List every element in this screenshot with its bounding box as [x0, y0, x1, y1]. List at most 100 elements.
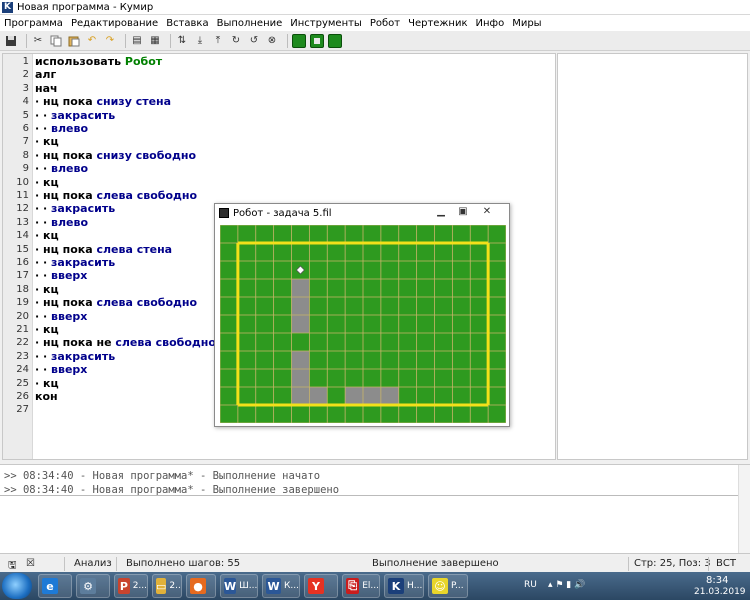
window-title: Новая программа - Кумир — [17, 1, 154, 13]
menu-info[interactable]: Инфо — [476, 18, 505, 29]
step-icon[interactable]: ⇅ — [175, 34, 189, 48]
menu-insert[interactable]: Вставка — [166, 18, 208, 29]
line-number: 26 — [16, 391, 29, 402]
line-number: 23 — [16, 350, 29, 362]
menu-run[interactable]: Выполнение — [217, 18, 283, 29]
keyword-token: · кц — [35, 323, 59, 336]
menu-program[interactable]: Программа — [4, 18, 63, 29]
word-icon: W — [266, 578, 282, 594]
menu-draftsman[interactable]: Чертежник — [408, 18, 467, 29]
taskbar-button-label: P... — [451, 581, 464, 591]
taskbar-button[interactable]: P 2... — [114, 574, 148, 598]
robot-window[interactable]: Робот - задача 5.fil ▁ ▣ ✕ — [214, 203, 510, 427]
taskbar-button[interactable]: ⚙ — [76, 574, 110, 598]
cut-icon[interactable]: ✂ — [31, 34, 45, 48]
tray-icons[interactable]: ▴ ⚑ ▮ 🔊 — [548, 580, 585, 590]
command-token: снизу стена — [96, 95, 172, 109]
line-number: 3 — [22, 82, 29, 94]
taskbar-button[interactable]: ☺ P... — [428, 574, 468, 598]
menu-worlds[interactable]: Миры — [512, 18, 541, 29]
stop-icon[interactable]: ⊗ — [265, 34, 279, 48]
insert-icon[interactable]: ▤ — [130, 34, 144, 48]
code-text: · кц — [35, 229, 59, 242]
taskbar-button[interactable]: W Ш... — [220, 574, 258, 598]
command-token: влево — [51, 122, 89, 135]
toolbar-separator — [26, 33, 27, 48]
insert-icon[interactable]: ▦ — [148, 34, 162, 48]
menu-robot[interactable]: Робот — [370, 18, 400, 29]
status-steps: Выполнено шагов: 55 — [126, 558, 241, 569]
taskbar-button[interactable]: Y — [304, 574, 338, 598]
keyword-token: · кц — [35, 282, 59, 296]
menu-edit[interactable]: Редактирование — [71, 18, 158, 29]
close-status-icon[interactable]: ☒ — [26, 558, 35, 569]
undo-icon[interactable]: ↶ — [85, 34, 99, 48]
paste-icon[interactable] — [67, 34, 81, 48]
line-number: 22 — [16, 337, 29, 349]
start-button[interactable] — [2, 573, 32, 599]
painted-cell — [291, 297, 310, 315]
menu-tools[interactable]: Инструменты — [290, 18, 362, 29]
painted-cell — [291, 387, 310, 405]
tray-date[interactable]: 21.03.2019 — [694, 587, 746, 597]
painted-cell — [291, 279, 310, 297]
keyword-token: · кц — [35, 229, 59, 243]
keyword-token: · нц пока — [35, 242, 97, 256]
taskbar-button[interactable]: ▭2... — [152, 574, 182, 598]
grid-icon[interactable] — [328, 33, 342, 48]
step-in-icon[interactable]: ⤓ — [193, 34, 207, 48]
copy-icon[interactable] — [49, 34, 63, 48]
tray-time[interactable]: 8:34 — [706, 575, 728, 586]
code-text: · · закрасить — [35, 109, 115, 122]
keyword-token: · · — [35, 202, 52, 216]
keyword-token: · · — [35, 162, 52, 176]
command-token: снизу свободно — [96, 148, 197, 162]
line-number: 10 — [16, 176, 29, 188]
code-text: · · вверх — [35, 310, 87, 323]
yandex-icon: Y — [308, 578, 324, 594]
command-token: вверх — [51, 309, 88, 323]
line-number: 11 — [16, 190, 29, 201]
kumir-app-icon: K — [2, 1, 13, 13]
code-text: кон — [35, 390, 58, 403]
line-number: 12 — [16, 203, 29, 215]
firefox-icon: ● — [190, 578, 206, 594]
taskbar-button[interactable]: ● — [186, 574, 216, 598]
grid-icon[interactable] — [292, 33, 306, 48]
pdf-icon: ⎘ — [346, 578, 360, 594]
close-button[interactable]: ✕ — [477, 206, 497, 218]
keyword-token: · · — [35, 215, 52, 229]
tray-language[interactable]: RU — [524, 580, 537, 590]
robot-window-title: Робот - задача 5.fil — [233, 207, 332, 219]
keyword-token: · нц пока — [35, 95, 97, 109]
run-icon[interactable]: ↻ — [229, 34, 243, 48]
taskbar-button[interactable]: W К... — [262, 574, 300, 598]
redo-icon[interactable]: ↷ — [103, 34, 117, 48]
taskbar-button-label: 2... — [169, 581, 181, 591]
output-console[interactable]: >> 08:34:40 - Новая программа* - Выполне… — [0, 464, 750, 554]
code-text: · кц — [35, 323, 59, 336]
taskbar-button[interactable]: ⎘ El... — [342, 574, 380, 598]
keyword-token: · · — [35, 122, 52, 135]
line-number: 21 — [16, 324, 29, 335]
taskbar-button-label: К... — [284, 581, 299, 591]
minimize-button[interactable]: ▁ — [431, 206, 451, 218]
maximize-button[interactable]: ▣ — [453, 206, 473, 218]
keyword-token: · нц пока — [35, 148, 97, 162]
console-divider — [0, 495, 750, 496]
line-number: 19 — [16, 297, 29, 309]
save-icon[interactable] — [4, 34, 18, 48]
line-number: 5 — [22, 109, 29, 121]
step-out-icon[interactable]: ⤒ — [211, 34, 225, 48]
pause-icon[interactable]: ↺ — [247, 34, 261, 48]
command-token: закрасить — [51, 349, 116, 363]
taskbar-button-label: 2... — [132, 581, 147, 591]
toolbar-separator — [125, 33, 126, 48]
taskbar-button[interactable]: e — [38, 574, 72, 598]
command-token: слева свободно — [96, 189, 198, 202]
line-number: 16 — [16, 257, 29, 268]
frame-icon[interactable] — [310, 33, 324, 48]
taskbar-button[interactable]: K Н... — [384, 574, 424, 598]
line-number: 13 — [16, 216, 29, 228]
console-scrollbar[interactable] — [738, 465, 750, 553]
